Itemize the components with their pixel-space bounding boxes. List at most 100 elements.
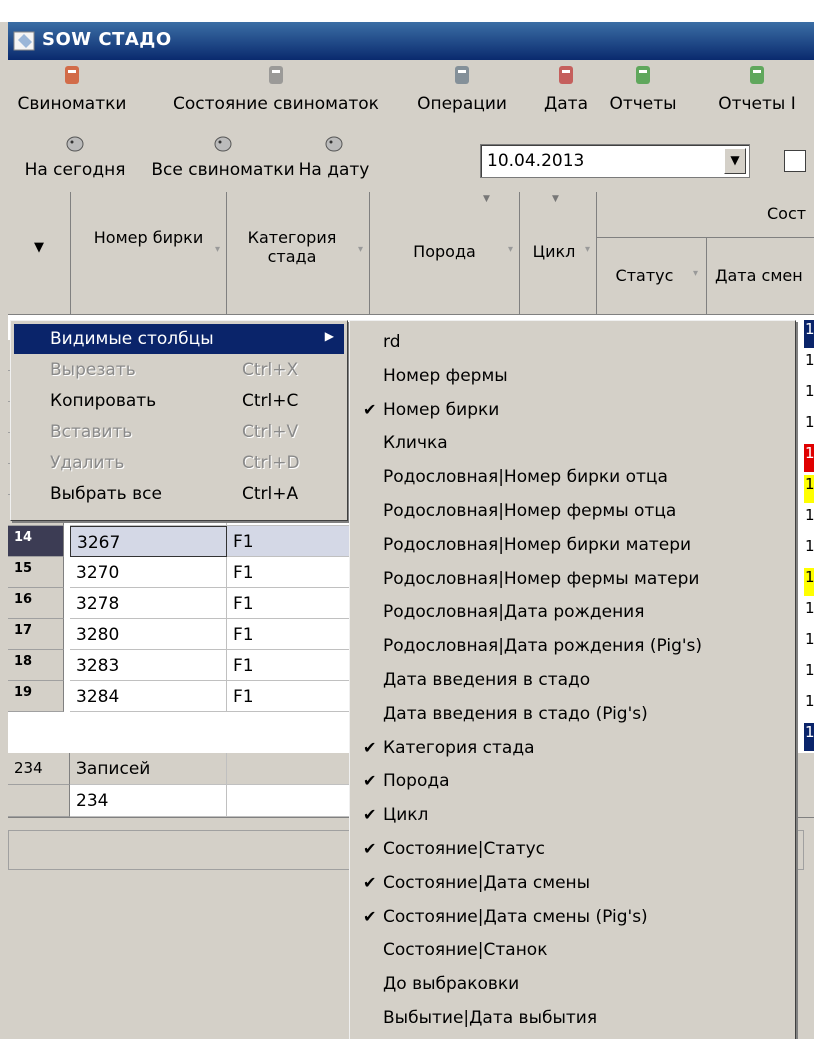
checkmark-icon: ✔ [363,839,377,858]
column-toggle-item[interactable]: ✔ Порода [353,766,792,796]
sow-state-icon [269,66,283,84]
column-toggle-label: Состояние|Станок [383,940,548,961]
toolbar-button-row2-3[interactable]: На дату [286,130,382,180]
header-cycle[interactable]: ▼ Цикл ▾ [520,192,597,315]
toolbar-button-3[interactable]: Операции [414,62,510,114]
right-edge-cell: 1 [804,506,814,534]
row-number: 15 [8,557,64,588]
toolbar-button-1[interactable]: Свиноматки [16,62,128,114]
sort-arrow-icon: ▾ [357,244,363,255]
header-tag-number[interactable]: Номер бирки ▾ [71,192,227,315]
right-edge-cell: 1 [804,723,814,751]
cell-tag-number[interactable]: 3270 [70,557,227,588]
toolbar-button-4[interactable]: Дата [540,62,592,114]
right-edge-cell: 1 [804,413,814,441]
date-value: 10.04.2013 [487,151,585,171]
toolbar-button-5[interactable]: Отчеты [605,62,681,114]
column-toggle-item[interactable]: До выбраковки [353,969,792,999]
toolbar-button-2[interactable]: Состояние свиноматок [158,62,394,114]
column-toggle-label: Состояние|Статус [383,839,545,859]
row-number: 19 [8,681,64,712]
right-edge-cell: 1 [804,630,814,658]
header-herd-category[interactable]: Категория стада ▾ [227,192,370,315]
header-state-group: Сост [597,192,814,238]
column-toggle-label: Кличка [383,433,448,454]
cell-tag-number[interactable]: 3283 [70,650,227,681]
pig-icon [214,136,232,152]
column-toggle-item[interactable]: Выбытие|Дата выбытия [353,1003,792,1033]
right-edge-cell: 1 [804,692,814,720]
toolbar-button-row2-1[interactable]: На сегодня [12,130,138,180]
row-number: 17 [8,619,64,650]
pig-icon [66,136,84,152]
column-toggle-item[interactable]: ✔ Категория стада [353,733,792,763]
column-toggle-item[interactable]: Родословная|Номер бирки матери [353,530,792,560]
menu-item-2[interactable]: Вырезать Ctrl+X [14,355,344,385]
menu-item-6[interactable]: Выбрать все Ctrl+A [14,479,344,509]
column-toggle-item[interactable]: Состояние|Станок [353,935,792,965]
menu-item-3[interactable]: Копировать Ctrl+C [14,386,344,416]
row-number: 18 [8,650,64,681]
toolbar-button-6[interactable]: Отчеты I [692,62,814,114]
column-toggle-item[interactable]: Дата введения в стадо (Pig's) [353,699,792,729]
column-toggle-item[interactable]: ✔ Цикл [353,800,792,830]
toolbar-button-label: Все свиноматки [151,160,295,180]
column-toggle-item[interactable]: Родословная|Номер фермы матери [353,564,792,594]
toolbar-button-label: Дата [543,94,589,114]
window-title: SOW СТАДО [42,29,172,50]
header-status[interactable]: Статус ▾ [597,238,707,315]
column-toggle-item[interactable]: ✔ Состояние|Дата смены [353,868,792,898]
column-toggle-item[interactable]: Родословная|Номер фермы отца [353,496,792,526]
menu-item-shortcut: Ctrl+X [242,360,299,380]
column-toggle-item[interactable]: rd [353,327,792,357]
cell-tag-number[interactable]: 3278 [70,588,227,619]
pig-icon [325,136,343,152]
column-toggle-label: До выбраковки [383,974,520,995]
report-icon [636,66,650,84]
menu-item-label: Вырезать [50,360,136,380]
sort-arrow-icon: ▾ [507,244,513,255]
header-breed[interactable]: ▼ Порода ▾ [370,192,520,315]
menu-item-4[interactable]: Вставить Ctrl+V [14,417,344,447]
column-chooser-button[interactable]: ▼ [8,192,71,315]
column-toggle-item[interactable]: Кличка [353,428,792,458]
column-toggle-item[interactable]: ✔ Номер бирки [353,395,792,425]
menu-item-label: Видимые столбцы [50,329,214,349]
menu-item-shortcut: Ctrl+V [242,422,299,442]
column-toggle-label: Категория стада [383,737,535,758]
checkmark-icon: ✔ [363,906,377,926]
column-toggle-label: Номер фермы [383,365,508,386]
header-status-label: Статус [615,266,674,285]
cell-tag-number[interactable]: 3284 [70,681,227,712]
calendar-icon [559,66,573,84]
date-combobox[interactable]: 10.04.2013 ▼ [480,144,750,178]
column-toggle-item[interactable]: Родословная|Дата рождения (Pig's) [353,631,792,661]
column-toggle-item[interactable]: ✔ Состояние|Статус [353,834,792,864]
top-strip [0,0,814,22]
header-change-date[interactable]: Дата смен [707,238,814,315]
column-toggle-item[interactable]: Родословная|Номер бирки отца [353,462,792,492]
toolbar-button-row2-2[interactable]: Все свиноматки [148,130,298,180]
column-toggle-item[interactable]: Дата введения в стадо [353,665,792,695]
menu-item-label: Копировать [50,391,157,411]
dropdown-arrow-icon[interactable]: ▼ [724,148,746,174]
sort-arrow-icon: ▾ [584,244,590,255]
column-toggle-item[interactable]: ✔ Состояние|Дата смены (Pig's) [353,902,792,932]
chevron-down-icon: ▼ [34,240,44,255]
sort-arrow-icon: ▾ [692,268,698,279]
menu-item-1[interactable]: Видимые столбцы ▶ [14,324,344,354]
menu-item-5[interactable]: Удалить Ctrl+D [14,448,344,478]
title-bar: SOW СТАДО [8,22,814,60]
column-toggle-item[interactable]: Родословная|Дата рождения [353,597,792,627]
checkmark-icon: ✔ [363,872,377,892]
column-toggle-item[interactable]: Номер фермы [353,361,792,391]
column-toggle-label: Цикл [383,805,429,826]
cell-tag-number[interactable]: 3267 [70,526,227,557]
checkbox[interactable] [784,150,806,172]
toolbar-button-label: На сегодня [24,160,126,180]
column-toggle-label: rd [383,332,401,352]
header-state-label: Сост [767,204,807,223]
sort-arrow-icon: ▾ [214,244,220,255]
app-icon [13,31,35,51]
cell-tag-number[interactable]: 3280 [70,619,227,650]
